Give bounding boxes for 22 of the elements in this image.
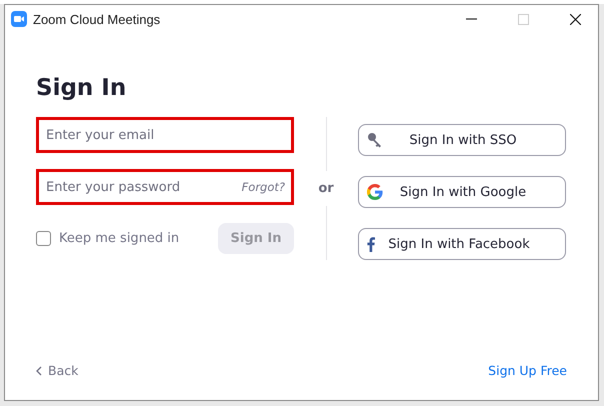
email-field[interactable]: Enter your email	[36, 117, 294, 153]
close-icon[interactable]	[570, 14, 580, 24]
minimize-icon[interactable]	[466, 18, 476, 20]
or-separator: or	[318, 180, 334, 198]
password-field[interactable]: Enter your password Forgot?	[36, 169, 294, 205]
facebook-sign-in-button[interactable]: Sign In with Facebook	[358, 228, 566, 260]
sign-in-heading: Sign In	[36, 74, 126, 103]
video-camera-app-icon	[11, 11, 27, 27]
keep-signed-in-checkbox[interactable]	[36, 231, 51, 246]
forgot-link[interactable]: Forgot?	[242, 180, 285, 194]
chevron-left-icon	[36, 366, 42, 376]
sso-sign-in-button[interactable]: Sign In with SSO	[358, 124, 566, 156]
sign-up-link[interactable]: Sign Up Free	[488, 363, 567, 378]
facebook-f-icon	[367, 236, 375, 252]
password-input[interactable]: Enter your password	[46, 180, 242, 194]
email-input[interactable]: Enter your email	[46, 128, 285, 142]
keep-signed-in-label: Keep me signed in	[59, 231, 180, 246]
google-sign-in-button[interactable]: Sign In with Google	[358, 176, 566, 208]
window-title: Zoom Cloud Meetings	[33, 12, 162, 26]
back-link[interactable]: Back	[36, 363, 78, 378]
google-g-icon	[367, 184, 383, 200]
key-icon	[367, 132, 383, 148]
